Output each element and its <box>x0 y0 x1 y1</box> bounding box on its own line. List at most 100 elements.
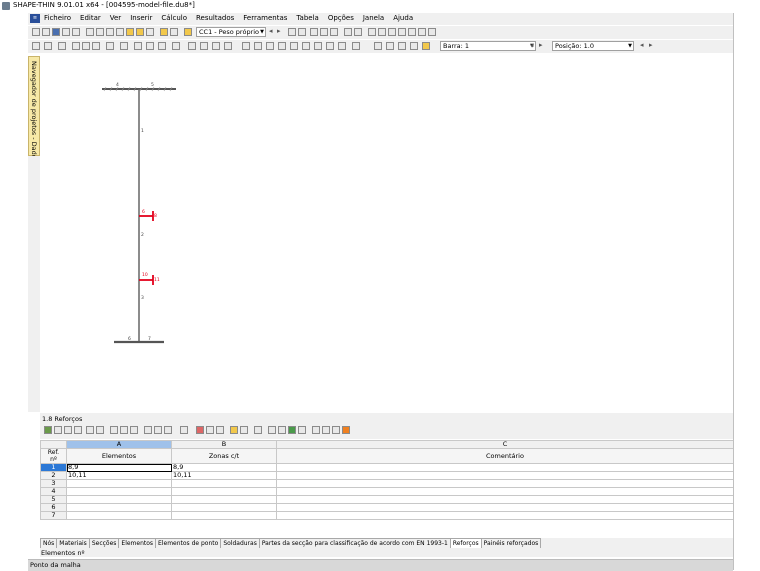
table-column-icon[interactable] <box>74 426 82 434</box>
next-loadcase-icon[interactable]: ▸ <box>277 27 281 35</box>
cell-comentario[interactable] <box>276 495 734 504</box>
corner-cell[interactable] <box>40 440 67 449</box>
support-icon[interactable] <box>72 42 80 50</box>
zoom-icon[interactable] <box>146 42 154 50</box>
values-icon[interactable] <box>330 28 338 36</box>
export-icon[interactable] <box>418 28 426 36</box>
filter-2-icon[interactable] <box>254 42 262 50</box>
cell-zonas[interactable] <box>171 511 277 520</box>
node-icon[interactable] <box>32 42 40 50</box>
cell-comentario[interactable] <box>276 463 734 472</box>
pan-icon[interactable] <box>378 28 386 36</box>
stress-icon[interactable] <box>320 28 328 36</box>
view-icon[interactable] <box>298 28 306 36</box>
cell-elementos[interactable] <box>66 511 172 520</box>
axis-icon[interactable] <box>172 42 180 50</box>
tab-materiais[interactable]: Materiais <box>56 538 90 548</box>
copy-icon[interactable] <box>86 426 94 434</box>
filter-5-icon[interactable] <box>290 42 298 50</box>
menu-opcoes[interactable]: Opções <box>328 14 354 22</box>
grid-icon[interactable] <box>354 28 362 36</box>
tab-elementos-de-ponto[interactable]: Elementos de ponto <box>155 538 222 548</box>
cell-comentario[interactable] <box>276 487 734 496</box>
move-right-icon[interactable] <box>216 426 224 434</box>
filter-9-icon[interactable] <box>338 42 346 50</box>
cell-elementos[interactable] <box>66 487 172 496</box>
table-row[interactable]: 5 <box>40 495 734 504</box>
view-x-icon[interactable] <box>188 42 196 50</box>
delete-icon[interactable] <box>398 28 406 36</box>
new-icon[interactable] <box>32 28 40 36</box>
visibility-icon[interactable] <box>352 42 360 50</box>
cell-zonas[interactable]: 8,9 <box>171 463 277 472</box>
menu-ficheiro[interactable]: Ficheiro <box>44 14 71 22</box>
rotate-icon[interactable] <box>368 28 376 36</box>
paste-icon[interactable] <box>96 426 104 434</box>
redo-icon[interactable] <box>96 28 104 36</box>
cell-zonas[interactable] <box>171 495 277 504</box>
render-1-icon[interactable] <box>374 42 382 50</box>
tab-partes-da-seccao[interactable]: Partes da secção para classificação de a… <box>258 538 451 548</box>
cell-zonas[interactable] <box>171 479 277 488</box>
render-2-icon[interactable] <box>386 42 394 50</box>
calculate-icon[interactable] <box>126 28 134 36</box>
menu-ver[interactable]: Ver <box>110 14 121 22</box>
menu-ajuda[interactable]: Ajuda <box>393 14 413 22</box>
tab-seccoes[interactable]: Secções <box>88 538 120 548</box>
tab-nos[interactable]: Nós <box>40 538 58 548</box>
previous-bar-icon[interactable]: ◂ <box>530 41 534 49</box>
table-row[interactable]: 7 <box>40 511 734 520</box>
refresh-icon[interactable] <box>130 426 138 434</box>
menu-tabela[interactable]: Tabela <box>296 14 318 22</box>
column-letter-a[interactable]: A <box>66 440 172 449</box>
print-preview-icon[interactable] <box>72 28 80 36</box>
next-position-icon[interactable]: ▸ <box>649 41 653 49</box>
cell-comentario[interactable] <box>276 503 734 512</box>
select-icon[interactable] <box>254 426 262 434</box>
print-graphic-icon[interactable] <box>344 28 352 36</box>
row-number[interactable]: 7 <box>40 511 67 520</box>
element-icon[interactable] <box>58 42 66 50</box>
warning-icon[interactable] <box>388 28 396 36</box>
show-results-icon[interactable] <box>160 28 168 36</box>
grid-lines-icon[interactable] <box>180 426 188 434</box>
menu-editar[interactable]: Editar <box>80 14 101 22</box>
tab-paineis-reforcados[interactable]: Painéis reforçados <box>480 538 542 548</box>
formula-icon[interactable] <box>332 426 340 434</box>
find-icon[interactable] <box>116 28 124 36</box>
row-number[interactable]: 2 <box>40 471 67 480</box>
cell-elementos[interactable]: 10,11 <box>66 471 172 480</box>
section-icon[interactable] <box>92 42 100 50</box>
deformation-icon[interactable] <box>310 28 318 36</box>
tab-elementos[interactable]: Elementos <box>118 538 157 548</box>
filter-1-icon[interactable] <box>242 42 250 50</box>
view-y-icon[interactable] <box>200 42 208 50</box>
link-icon[interactable] <box>278 426 286 434</box>
highlight-icon[interactable] <box>230 426 238 434</box>
panel-icon[interactable] <box>170 28 178 36</box>
delete-row-icon[interactable] <box>120 426 128 434</box>
table-row[interactable]: 1 8,9 8,9 <box>40 463 734 472</box>
render-3-icon[interactable] <box>398 42 406 50</box>
cell-zonas[interactable] <box>171 487 277 496</box>
tab-reforcos[interactable]: Reforços <box>449 538 482 548</box>
filter-4-icon[interactable] <box>278 42 286 50</box>
row-number[interactable]: 4 <box>40 487 67 496</box>
filter-7-icon[interactable] <box>314 42 322 50</box>
undo-icon[interactable] <box>86 28 94 36</box>
units-icon[interactable] <box>312 426 320 434</box>
loadcase-icon[interactable] <box>184 28 192 36</box>
settings-icon[interactable] <box>408 28 416 36</box>
save-icon[interactable] <box>52 28 60 36</box>
cell-comentario[interactable] <box>276 471 734 480</box>
cell-elementos[interactable] <box>66 479 172 488</box>
results-icon[interactable] <box>136 28 144 36</box>
filter-table-icon[interactable] <box>164 426 172 434</box>
insert-row-icon[interactable] <box>110 426 118 434</box>
table-row[interactable]: 2 10,11 10,11 <box>40 471 734 480</box>
bar-select[interactable]: Barra: 1 ▼ <box>440 41 536 51</box>
graphics-canvas[interactable]: 4 5 1 6 8 2 10 11 3 6 7 <box>40 55 733 413</box>
column-letter-b[interactable]: B <box>171 440 277 449</box>
line-icon[interactable] <box>44 42 52 50</box>
section-highlight-icon[interactable] <box>342 426 350 434</box>
